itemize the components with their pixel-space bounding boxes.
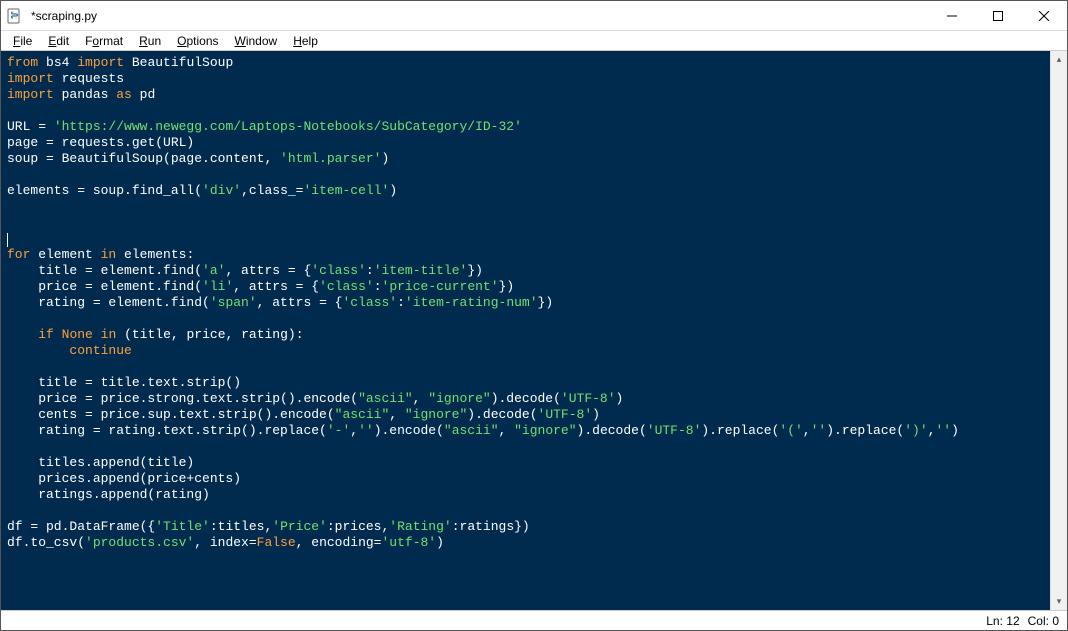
- status-line: Ln: 12: [986, 614, 1019, 628]
- titlebar[interactable]: *scraping.py: [1, 1, 1067, 31]
- close-button[interactable]: [1021, 1, 1067, 31]
- editor-area: from bs4 import BeautifulSoup import req…: [1, 51, 1067, 610]
- menubar: File Edit Format Run Options Window Help: [1, 31, 1067, 51]
- vertical-scrollbar[interactable]: ▴ ▾: [1050, 51, 1067, 610]
- text-cursor: [7, 233, 8, 247]
- menu-edit[interactable]: Edit: [42, 33, 75, 49]
- menu-help[interactable]: Help: [287, 33, 324, 49]
- menu-file[interactable]: File: [7, 33, 38, 49]
- status-col: Col: 0: [1028, 614, 1059, 628]
- python-file-icon: [7, 8, 23, 24]
- menu-window[interactable]: Window: [229, 33, 284, 49]
- idle-window: *scraping.py File Edit Format Run Option…: [0, 0, 1068, 631]
- menu-format[interactable]: Format: [79, 33, 129, 49]
- statusbar: Ln: 12 Col: 0: [1, 610, 1067, 630]
- scroll-up-icon[interactable]: ▴: [1051, 51, 1068, 68]
- code-editor[interactable]: from bs4 import BeautifulSoup import req…: [1, 51, 1050, 610]
- minimize-button[interactable]: [929, 1, 975, 31]
- menu-run[interactable]: Run: [133, 33, 167, 49]
- scroll-down-icon[interactable]: ▾: [1051, 593, 1068, 610]
- maximize-button[interactable]: [975, 1, 1021, 31]
- window-title: *scraping.py: [29, 9, 97, 23]
- menu-options[interactable]: Options: [171, 33, 224, 49]
